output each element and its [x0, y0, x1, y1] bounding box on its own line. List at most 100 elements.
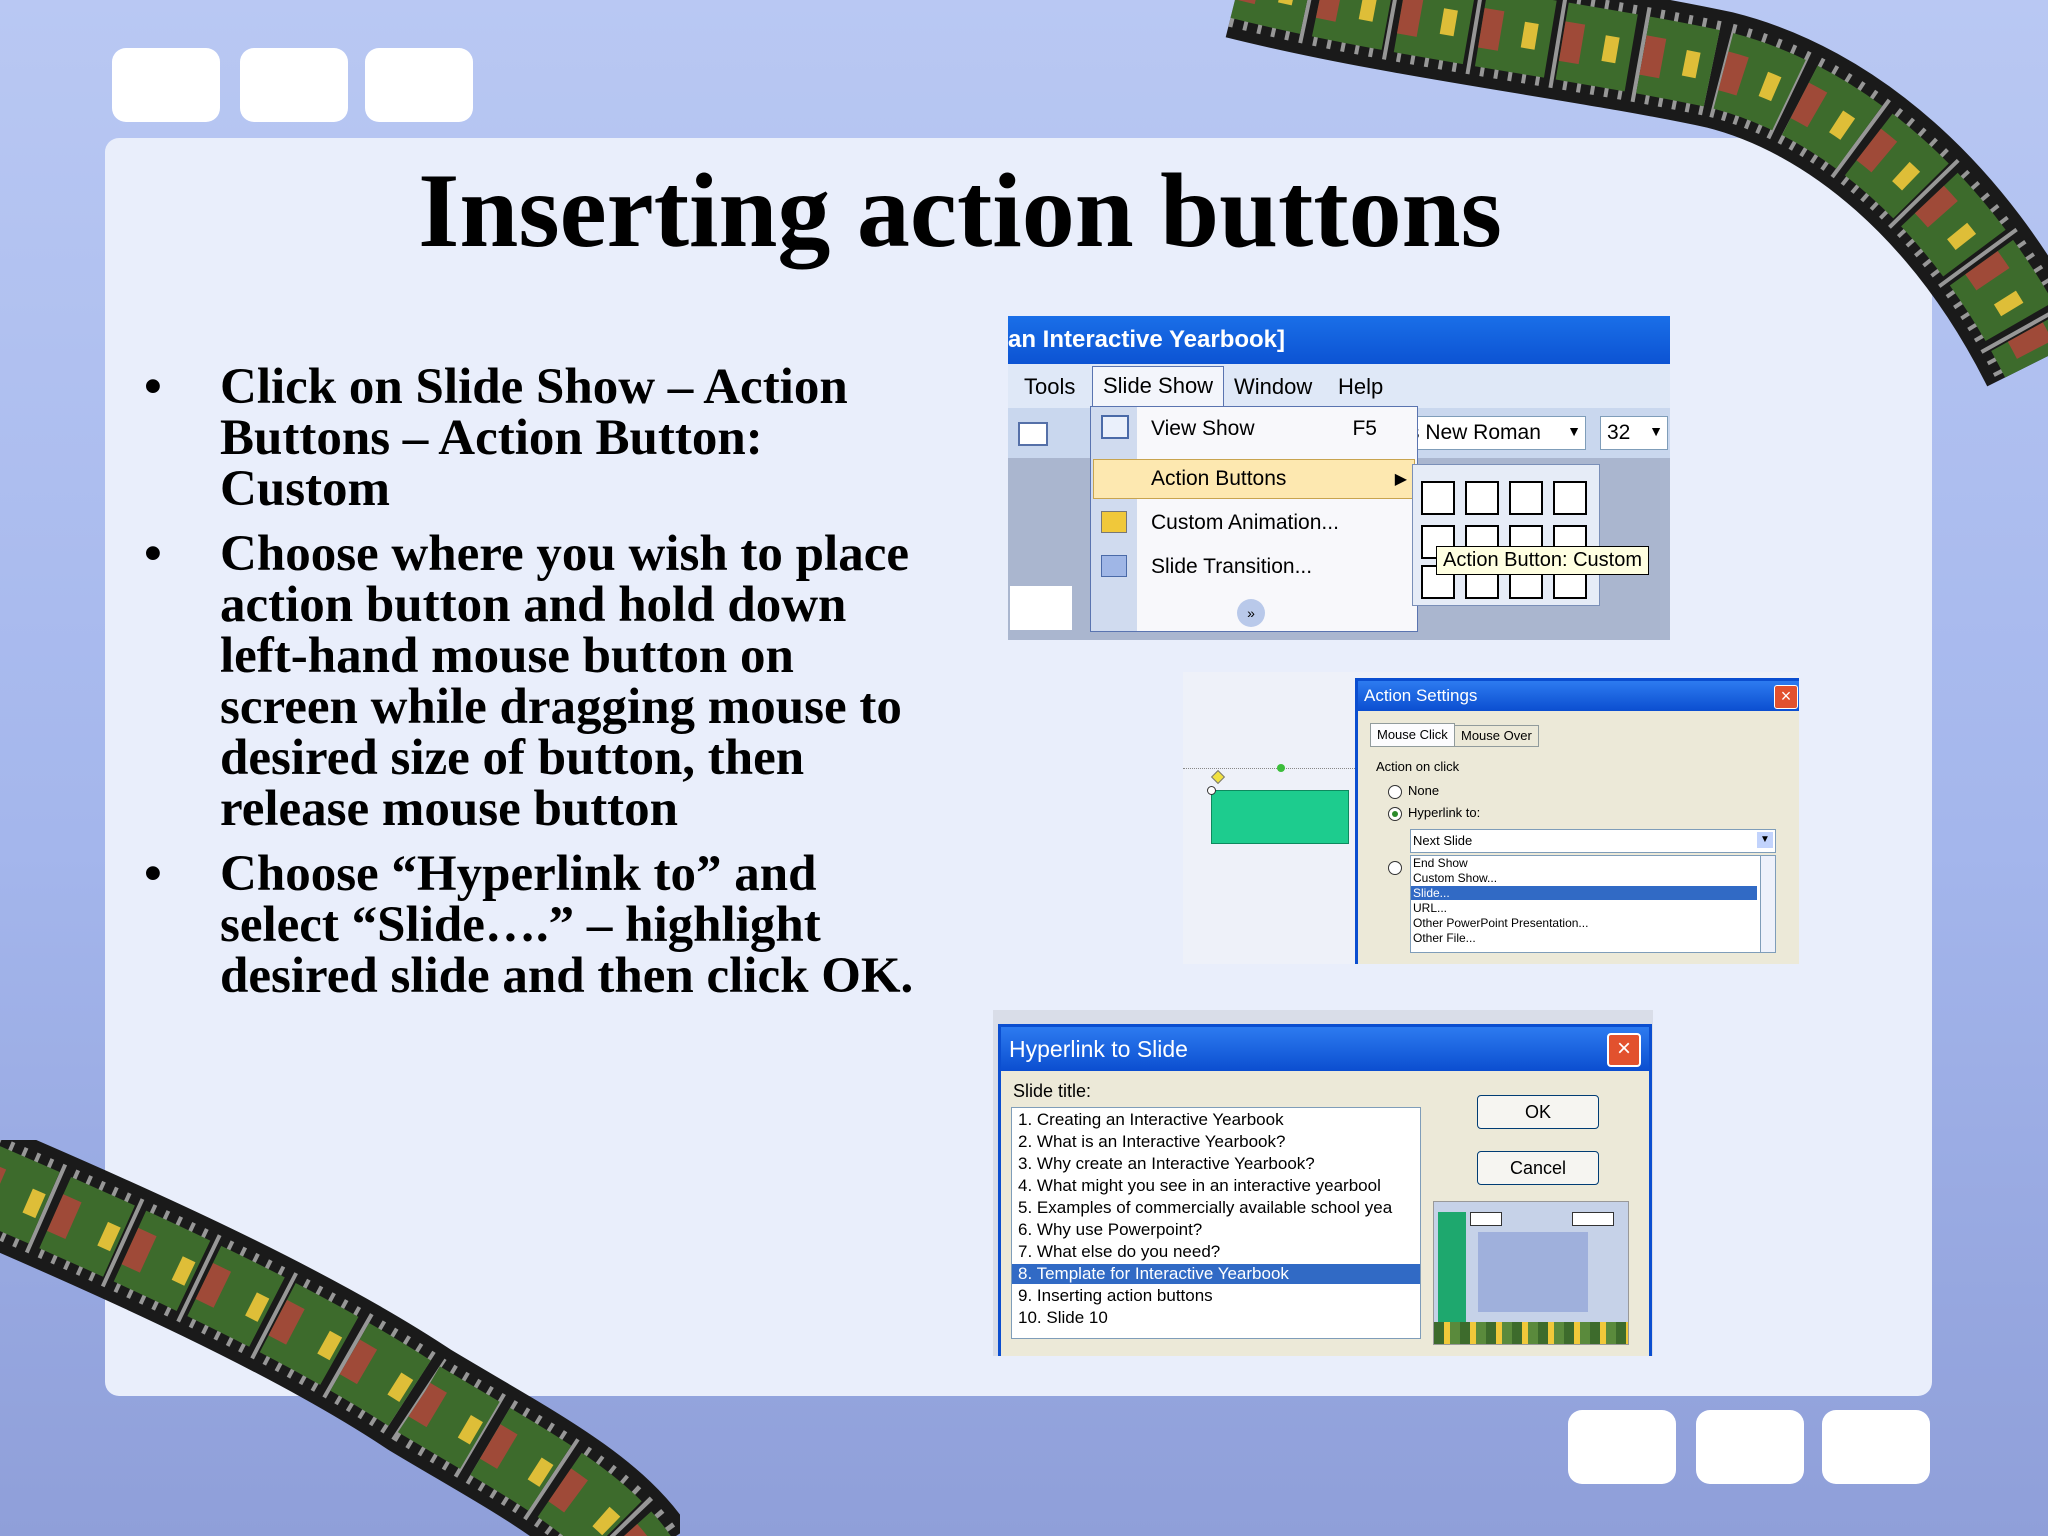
font-size: 32 — [1607, 421, 1631, 444]
action-button-help-icon[interactable] — [1509, 481, 1543, 515]
radio-run-program[interactable] — [1388, 861, 1402, 875]
bullet-text: Choose where you wish to place action bu… — [220, 526, 909, 837]
list-option[interactable]: Other PowerPoint Presentation... — [1413, 916, 1588, 930]
rotate-handle[interactable] — [1277, 764, 1285, 772]
action-button-home-icon[interactable] — [1465, 481, 1499, 515]
bullet-marker: • — [144, 359, 162, 415]
slide-list-item[interactable]: 9. Inserting action buttons — [1018, 1286, 1213, 1306]
menu-slide-show[interactable]: Slide Show — [1092, 366, 1225, 410]
window-title-bar: an Interactive Yearbook] — [1008, 316, 1670, 364]
tab-mouse-over[interactable]: Mouse Over — [1454, 725, 1539, 747]
close-icon[interactable]: × — [1774, 685, 1798, 709]
menu-window[interactable]: Window — [1234, 374, 1312, 400]
action-button-info-icon[interactable] — [1553, 481, 1587, 515]
slide-title: Inserting action buttons — [418, 152, 1502, 269]
cancel-button[interactable]: Cancel — [1477, 1151, 1599, 1185]
bullet-text: Choose “Hyperlink to” and select “Slide…… — [220, 846, 914, 1004]
preview-center-panel — [1478, 1232, 1588, 1312]
bullet-marker: • — [144, 846, 162, 902]
chevron-down-icon[interactable]: ▼ — [1567, 423, 1581, 439]
action-settings-screenshot: Action Settings × Mouse Click Mouse Over… — [1183, 672, 1799, 964]
ok-button[interactable]: OK — [1477, 1095, 1599, 1129]
projector-icon — [1101, 415, 1129, 439]
group-label: Action on click — [1376, 759, 1460, 774]
menu-item-view-show[interactable]: View Show — [1151, 417, 1255, 441]
slide-list-item[interactable]: 3. Why create an Interactive Yearbook? — [1018, 1154, 1315, 1174]
drawn-action-button[interactable] — [1211, 790, 1349, 844]
dialog-title-bar: Hyperlink to Slide — [1001, 1027, 1649, 1071]
action-settings-dialog: Action Settings × Mouse Click Mouse Over… — [1355, 678, 1799, 964]
slide-list-item[interactable]: 2. What is an Interactive Yearbook? — [1018, 1132, 1285, 1152]
radio-none-label: None — [1408, 783, 1440, 798]
radio-hyperlink-label: Hyperlink to: — [1408, 805, 1481, 820]
action-button-custom-icon[interactable] — [1421, 481, 1455, 515]
slide-show-menu: View Show F5 Action Buttons ▶ Custom Ani… — [1090, 406, 1418, 632]
radio-dot — [1392, 811, 1398, 817]
expand-menu-icon[interactable]: » — [1237, 599, 1265, 627]
slide-preview-thumbnail — [1433, 1201, 1629, 1345]
menu-tools[interactable]: Tools — [1024, 374, 1075, 400]
list-option[interactable]: URL... — [1413, 901, 1447, 915]
menu-screenshot: an Interactive Yearbook] Tools Slide Sho… — [1008, 316, 1670, 640]
custom-animation-icon — [1101, 511, 1127, 533]
film-strip-bottom-left — [0, 1140, 680, 1536]
bullet-marker: • — [144, 526, 162, 582]
menu-help[interactable]: Help — [1338, 374, 1383, 400]
tab-mouse-click[interactable]: Mouse Click — [1370, 723, 1455, 747]
slide-title-label: Slide title: — [1013, 1081, 1092, 1101]
slide-transition-icon — [1101, 555, 1127, 577]
chevron-right-icon: ▶ — [1394, 471, 1407, 488]
preview-flowers — [1434, 1322, 1628, 1344]
font-name: s New Roman — [1409, 421, 1541, 444]
radio-hyperlink[interactable] — [1388, 807, 1402, 821]
view-show-shortcut: F5 — [1352, 417, 1377, 440]
hyperlink-to-slide-dialog: Hyperlink to Slide × Slide title: 1. Cre… — [998, 1024, 1652, 1356]
list-scrollbar[interactable] — [1760, 855, 1776, 953]
bullet-item: • Choose “Hyperlink to” and select “Slide… — [140, 849, 920, 1002]
resize-handle[interactable] — [1207, 786, 1216, 795]
preview-white-box — [1470, 1212, 1502, 1226]
hyperlink-dialog-screenshot: Hyperlink to Slide × Slide title: 1. Cre… — [993, 1010, 1653, 1356]
list-option[interactable]: Custom Show... — [1413, 871, 1497, 885]
font-size-box[interactable]: 32 ▼ — [1600, 416, 1668, 450]
dotted-guide — [1183, 768, 1355, 769]
menu-item-slide-transition[interactable]: Slide Transition... — [1151, 555, 1312, 579]
deco-box-bottom-3 — [1822, 1410, 1930, 1484]
font-name-box[interactable]: s New Roman ▼ — [1408, 416, 1586, 450]
window-title: an Interactive Yearbook] — [1008, 326, 1286, 353]
table-icon[interactable] — [1018, 422, 1048, 446]
slide-list: 1. Creating an Interactive Yearbook 2. W… — [1011, 1107, 1421, 1339]
close-icon[interactable]: × — [1607, 1033, 1641, 1067]
list-option[interactable]: End Show — [1413, 856, 1468, 870]
slide-list-item[interactable]: 6. Why use Powerpoint? — [1018, 1220, 1202, 1240]
chevron-down-icon[interactable]: ▼ — [1757, 832, 1773, 848]
action-buttons-label: Action Buttons — [1151, 467, 1287, 490]
preview-green-strip — [1438, 1212, 1466, 1322]
bullet-text: Click on Slide Show – Action Buttons – A… — [220, 359, 848, 517]
slide-list-item[interactable]: 10. Slide 10 — [1018, 1308, 1108, 1328]
chevron-down-icon[interactable]: ▼ — [1649, 423, 1663, 439]
dialog-title: Action Settings — [1364, 686, 1478, 705]
dialog-title: Hyperlink to Slide — [1009, 1036, 1188, 1062]
hyperlink-options-list: End Show Custom Show... Slide... URL... … — [1410, 855, 1762, 953]
adjust-handle[interactable] — [1210, 769, 1226, 785]
slide-list-item[interactable]: 4. What might you see in an interactive … — [1018, 1176, 1381, 1196]
deco-box-bottom-1 — [1568, 1410, 1676, 1484]
radio-none[interactable] — [1388, 785, 1402, 799]
slide-list-item[interactable]: 7. What else do you need? — [1018, 1242, 1220, 1262]
bullet-item: • Choose where you wish to place action b… — [140, 529, 920, 835]
deco-box-bottom-2 — [1696, 1410, 1804, 1484]
deco-box-top-3 — [365, 48, 473, 122]
menu-item-custom-animation[interactable]: Custom Animation... — [1151, 511, 1339, 535]
bullet-item: • Click on Slide Show – Action Buttons – … — [140, 362, 920, 515]
hyperlink-select[interactable]: Next Slide ▼ — [1410, 829, 1776, 853]
dialog-title-bar: Action Settings — [1358, 681, 1799, 711]
bullet-list: • Click on Slide Show – Action Buttons – … — [140, 362, 920, 1016]
slide-list-item[interactable]: 1. Creating an Interactive Yearbook — [1018, 1110, 1284, 1130]
deco-box-top-1 — [112, 48, 220, 122]
slide-list-item[interactable]: 5. Examples of commercially available sc… — [1018, 1198, 1392, 1218]
tooltip: Action Button: Custom — [1436, 546, 1649, 575]
list-option[interactable]: Other File... — [1413, 931, 1476, 945]
slide-list-item-selected[interactable]: 8. Template for Interactive Yearbook — [1012, 1264, 1420, 1284]
list-option-selected[interactable]: Slide... — [1411, 886, 1757, 900]
